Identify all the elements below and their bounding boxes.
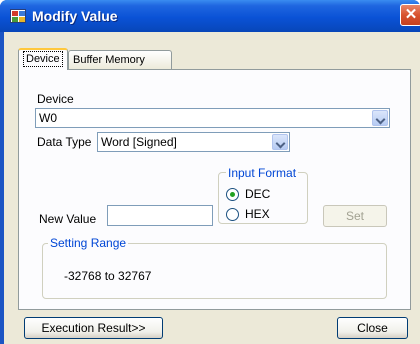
execution-result-button[interactable]: Execution Result>> <box>24 317 163 339</box>
chevron-down-icon[interactable] <box>272 134 288 150</box>
setting-range-title: Setting Range <box>48 236 129 250</box>
tab-device-label: Device <box>23 51 63 67</box>
data-type-label: Data Type <box>37 135 92 149</box>
new-value-input[interactable] <box>107 205 213 226</box>
tab-buffer-memory[interactable]: Buffer Memory <box>68 50 172 70</box>
close-button[interactable]: Close <box>337 317 408 339</box>
device-tab-panel: Device W0 Data Type Word [Signed] Input … <box>18 69 411 310</box>
set-button[interactable]: Set <box>323 205 387 227</box>
dialog-window: Modify Value ✕ Device Buffer Memory Devi… <box>0 0 420 344</box>
tab-device[interactable]: Device <box>18 48 68 70</box>
dialog-client-area: Device Buffer Memory Device W0 Data Type… <box>4 32 420 344</box>
chevron-down-icon[interactable] <box>372 110 388 126</box>
radio-dec[interactable] <box>226 188 239 201</box>
window-close-button[interactable]: ✕ <box>400 4 420 26</box>
data-type-value: Word [Signed] <box>101 135 177 149</box>
device-value: W0 <box>39 111 57 125</box>
input-format-title: Input Format <box>226 166 299 180</box>
new-value-label: New Value <box>39 212 97 226</box>
title-bar[interactable]: Modify Value ✕ <box>0 0 420 32</box>
radio-dec-label[interactable]: DEC <box>245 187 270 201</box>
window-title: Modify Value <box>32 8 118 24</box>
device-label: Device <box>37 92 74 106</box>
setting-range-value: -32768 to 32767 <box>64 269 152 283</box>
radio-hex[interactable] <box>226 208 239 221</box>
app-grid-icon <box>10 9 26 23</box>
device-combobox[interactable]: W0 <box>35 108 390 128</box>
radio-hex-label[interactable]: HEX <box>245 207 270 221</box>
data-type-combobox[interactable]: Word [Signed] <box>97 132 290 152</box>
